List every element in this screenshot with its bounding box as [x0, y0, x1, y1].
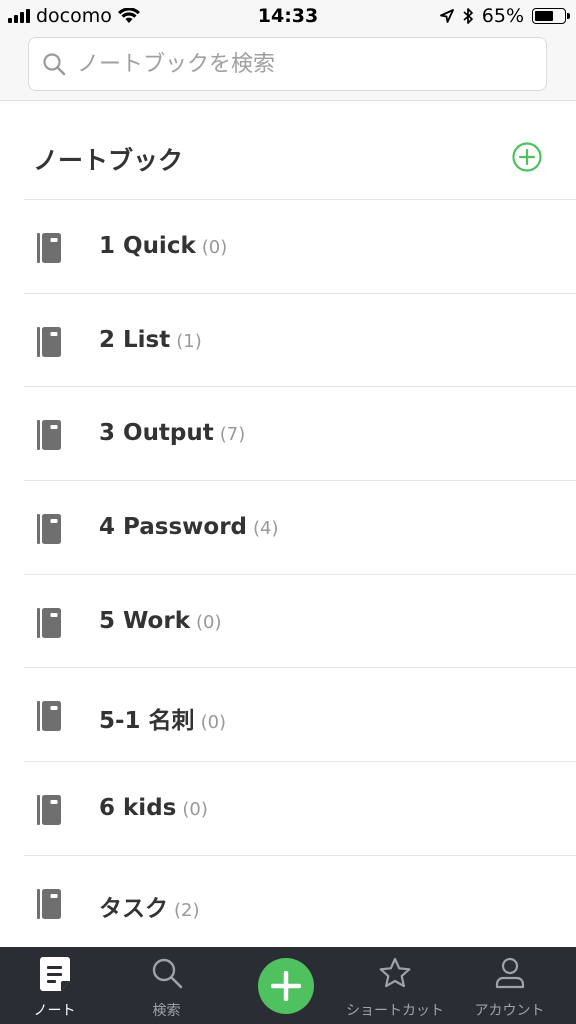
search-box[interactable]	[28, 37, 547, 91]
notebook-row[interactable]: 5-1 名刺 (0)	[24, 668, 576, 763]
notebook-note-count: (0)	[200, 712, 227, 734]
notebook-row[interactable]: 4 Password (4)	[24, 481, 576, 575]
notebook-row[interactable]: 1 Quick (0)	[24, 200, 576, 294]
location-arrow-icon	[439, 9, 454, 23]
notebook-icon	[37, 607, 61, 638]
notebook-name: 6 kids (0)	[99, 795, 208, 821]
add-notebook-button[interactable]	[511, 141, 543, 173]
battery-icon	[532, 8, 570, 24]
notebook-name: 4 Password (4)	[99, 514, 279, 540]
notebook-icon	[37, 233, 61, 263]
search-icon	[152, 958, 182, 989]
tab-search-label: 検索	[152, 1003, 181, 1019]
notebook-row[interactable]: 6 kids (0)	[24, 762, 576, 856]
tab-notes-label: ノート	[33, 1003, 76, 1019]
status-bar: docomo 14:33 65%	[0, 0, 576, 32]
tab-search[interactable]: 検索	[109, 947, 224, 1024]
notebook-title: 4 Password	[99, 514, 248, 541]
plus-icon	[271, 971, 301, 1001]
notebook-name: 1 Quick (0)	[99, 233, 227, 259]
notebook-name: タスク (2)	[99, 889, 200, 923]
notebook-title: 5 Work	[99, 607, 191, 634]
notebook-name: 2 List (1)	[99, 327, 202, 353]
notebook-title: 2 List	[99, 326, 171, 353]
tab-shortcuts[interactable]: ショートカット	[337, 947, 453, 1024]
notebook-row[interactable]: タスク (2)	[24, 856, 576, 950]
notebook-note-count: (1)	[176, 330, 202, 352]
battery-level	[535, 11, 553, 21]
notebook-name: 3 Output (7)	[99, 420, 245, 446]
new-note-button[interactable]	[258, 958, 314, 1014]
notebook-icon	[37, 888, 61, 919]
notebook-icon	[37, 420, 61, 451]
search-input[interactable]	[75, 50, 509, 78]
tab-notes[interactable]: ノート	[0, 947, 112, 1024]
notebook-title: 5-1 名刺	[99, 708, 195, 735]
person-icon	[495, 957, 524, 989]
status-right: 65%	[439, 5, 570, 27]
bluetooth-icon	[463, 8, 473, 24]
section-title: ノートブック	[33, 146, 184, 175]
tab-bar: ノート 検索 ショートカット アカウント	[0, 947, 576, 1024]
notebook-note-count: (7)	[219, 424, 246, 446]
notebook-title: 1 Quick	[99, 233, 196, 259]
notebook-row[interactable]: 2 List (1)	[24, 294, 576, 388]
star-icon	[379, 957, 411, 988]
notebook-name: 5-1 名刺 (0)	[99, 701, 226, 735]
notebook-list: 1 Quick (0) 2 List (1) 3 Output (7) 4 Passw…	[24, 200, 576, 950]
notebook-title: タスク	[99, 895, 168, 922]
notebook-row[interactable]: 5 Work (0)	[24, 575, 576, 669]
tab-shortcuts-label: ショートカット	[346, 1003, 444, 1019]
notebook-title: 6 kids	[99, 795, 177, 822]
notebook-note-count: (4)	[253, 518, 279, 540]
notebook-title: 3 Output	[99, 420, 214, 447]
notebook-note-count: (0)	[182, 799, 208, 821]
notebook-note-count: (2)	[174, 899, 200, 921]
notebook-note-count: (0)	[196, 611, 222, 633]
battery-percent: 65%	[481, 5, 524, 27]
notebook-icon	[37, 795, 61, 826]
notebook-name: 5 Work (0)	[99, 608, 222, 634]
notebook-icon	[37, 326, 61, 357]
notebook-icon	[37, 701, 61, 732]
notebook-row[interactable]: 3 Output (7)	[24, 387, 576, 482]
note-icon	[39, 957, 70, 991]
notebook-note-count: (0)	[201, 237, 228, 258]
notebook-icon	[37, 514, 61, 545]
search-area	[0, 32, 576, 101]
tab-account[interactable]: アカウント	[452, 947, 567, 1024]
notebooks-header: ノートブック	[24, 101, 576, 200]
tab-account-label: アカウント	[474, 1003, 545, 1019]
search-icon	[43, 53, 66, 76]
